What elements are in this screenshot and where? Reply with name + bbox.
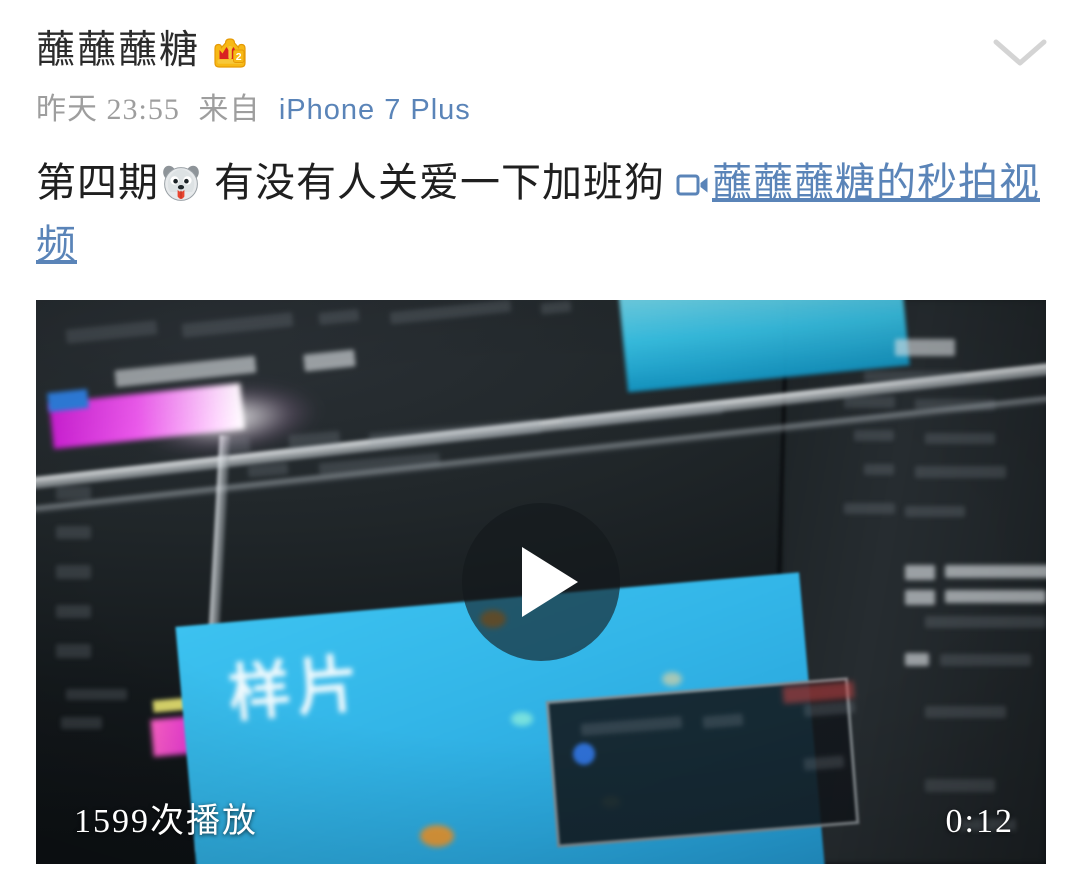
play-button[interactable] bbox=[462, 503, 620, 661]
thumb-ui-text bbox=[66, 689, 127, 701]
thumb-ui-text bbox=[864, 463, 895, 475]
thumb-ui-text bbox=[945, 590, 1046, 604]
thumb-ui-text bbox=[904, 565, 935, 580]
thumb-ui-text bbox=[904, 652, 929, 667]
post-body-text: 第四期 有没有人关爱一下加班狗 蘸蘸蘸糖的秒拍视频 bbox=[36, 152, 1044, 276]
thumb-ui-text bbox=[854, 429, 895, 441]
thumb-ui-text bbox=[61, 717, 102, 729]
weibo-post-card: 蘸蘸蘸糖 2 昨天 23:55 来自 iPhone 7 Plus 第四期 有没有… bbox=[0, 0, 1080, 896]
thumb-ui-text bbox=[844, 503, 895, 515]
post-timestamp: 昨天 23:55 bbox=[36, 93, 180, 126]
thumb-ui-text bbox=[894, 339, 956, 357]
thumb-ui-text bbox=[844, 395, 895, 409]
chevron-down-icon[interactable] bbox=[988, 28, 1052, 76]
thumb-ui-text bbox=[56, 486, 91, 500]
thumb-ui-text bbox=[56, 644, 91, 658]
thumb-ui-text bbox=[56, 604, 91, 619]
thumb-spark bbox=[510, 711, 533, 726]
author-row: 蘸蘸蘸糖 2 bbox=[36, 26, 1044, 76]
play-count-label: 1599次播放 bbox=[74, 803, 258, 840]
post-header: 蘸蘸蘸糖 2 昨天 23:55 来自 iPhone 7 Plus bbox=[0, 0, 1080, 130]
thumb-spark bbox=[419, 824, 454, 847]
thumb-ui-text bbox=[904, 590, 935, 606]
post-source-link[interactable]: iPhone 7 Plus bbox=[279, 94, 471, 126]
thumb-ui-text bbox=[945, 565, 1046, 579]
post-meta: 昨天 23:55 来自 iPhone 7 Plus bbox=[36, 90, 1044, 130]
thumb-preview-screen-text: 样片 bbox=[225, 650, 368, 731]
play-triangle-icon bbox=[522, 547, 578, 617]
dog-face-emoji bbox=[161, 159, 201, 201]
thumb-ui-text bbox=[904, 505, 966, 518]
post-from-label: 来自 bbox=[198, 93, 261, 126]
thumb-ui-text bbox=[227, 437, 251, 454]
thumb-ui-text bbox=[864, 370, 966, 382]
video-duration-label: 0:12 bbox=[945, 803, 1014, 840]
thumb-ui-text bbox=[56, 525, 91, 540]
thumb-ui-text bbox=[914, 466, 1006, 478]
thumb-ui-text bbox=[939, 654, 1031, 667]
author-name[interactable]: 蘸蘸蘸糖 bbox=[36, 28, 200, 74]
vip-badge-level: 2 bbox=[236, 51, 242, 63]
post-text-segment-2: 有没有人关爱一下加班狗 bbox=[203, 160, 676, 205]
thumb-ui-text bbox=[924, 706, 1006, 719]
thumb-ui-text bbox=[56, 565, 91, 579]
thumb-ui-text bbox=[924, 779, 996, 792]
video-camera-icon[interactable] bbox=[676, 154, 710, 196]
thumb-ui-text bbox=[924, 615, 1046, 628]
thumb-ui-text bbox=[924, 432, 996, 444]
vip-crown-badge-icon[interactable]: 2 bbox=[212, 36, 248, 70]
thumb-ui-text bbox=[914, 398, 996, 410]
post-text-segment-1: 第四期 bbox=[36, 160, 159, 205]
video-player-card[interactable]: 样片 1599次播放 0:12 bbox=[36, 300, 1046, 864]
